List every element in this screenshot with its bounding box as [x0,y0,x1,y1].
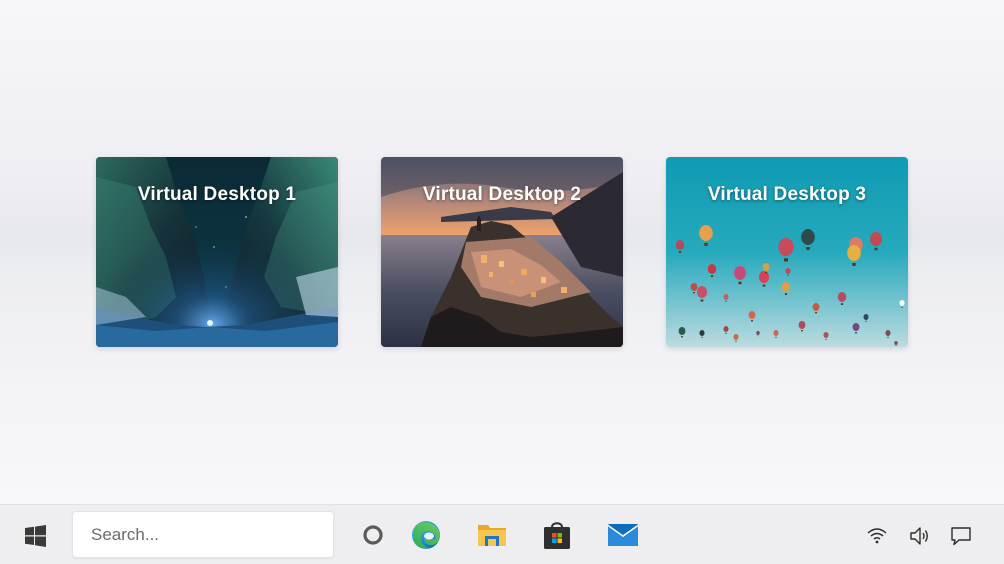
balloon-shape [756,331,760,335]
virtual-desktop-1-card[interactable]: Virtual Desktop 1 [96,157,338,347]
balloon-shape [812,303,820,311]
balloon-shape [748,311,756,319]
balloon-shape [699,330,705,336]
balloon-shape [733,334,739,340]
taskbar [0,504,1004,564]
balloon-basket [762,284,766,287]
balloon-shape [758,271,770,283]
balloon-shape [696,286,708,298]
balloon-basket [825,338,827,340]
balloon-shape [798,321,806,329]
balloon-basket [700,299,704,302]
balloon-basket [678,251,682,253]
balloon-basket [710,275,714,277]
balloon-basket [701,336,703,338]
cortana-icon[interactable] [357,519,389,551]
balloon-shape [723,326,729,332]
balloon-basket [751,320,753,322]
notifications-icon[interactable] [950,525,972,547]
balloon-basket [735,340,737,342]
mail-icon[interactable] [607,519,639,551]
virtual-desktop-title: Virtual Desktop 1 [137,184,297,205]
balloon-shape [847,245,861,261]
balloon-basket [874,247,878,251]
balloon-shape [690,283,698,291]
balloon-basket [693,292,695,294]
balloon-basket [787,274,789,276]
balloon-shape [699,225,713,241]
balloon-shape [781,282,791,292]
balloon-basket [801,330,803,332]
balloon-basket [784,258,788,262]
search-box[interactable] [72,511,334,558]
balloon-basket [852,263,856,266]
balloon-shape [723,294,729,300]
balloon-basket [815,312,817,314]
balloon-basket [765,272,767,274]
balloon-shape [863,314,869,320]
wifi-icon[interactable] [866,525,888,547]
balloon-shape [778,238,794,256]
balloon-basket [784,293,788,295]
windows-start-icon[interactable] [25,525,47,547]
balloon-shape [870,232,882,246]
balloon-shape [894,341,898,345]
volume-icon[interactable] [908,525,930,547]
balloon-basket [775,336,777,338]
store-icon[interactable] [541,519,573,551]
balloon-shape [734,266,746,280]
balloon-shape [678,327,686,335]
balloon-basket [725,300,727,302]
file-explorer-icon[interactable] [476,519,508,551]
desktop-background: Virtual Desktop 1 Virtual Desktop 2 Virt… [0,0,1004,504]
balloon-shape [823,332,829,338]
search-input[interactable] [73,512,333,557]
balloon-basket [681,336,683,338]
balloon-shape [785,268,791,274]
balloon-shape [762,263,770,271]
balloon-shape [773,330,779,336]
balloon-basket [865,320,867,322]
balloon-basket [738,281,742,285]
balloon-basket [806,247,810,250]
virtual-desktop-2-card[interactable]: Virtual Desktop 2 [381,157,623,347]
balloon-basket [895,345,897,347]
balloon-basket [901,306,903,308]
balloon-shape [899,300,905,306]
virtual-desktop-3-card[interactable]: Virtual Desktop 3 [666,157,908,347]
balloon-shape [801,229,815,245]
balloon-basket [704,243,708,246]
virtual-desktop-title: Virtual Desktop 2 [422,184,582,205]
balloon-basket [840,303,844,305]
balloon-basket [887,336,889,338]
balloon-basket [855,332,857,334]
balloon-basket [725,332,727,334]
balloon-shape [675,240,685,250]
balloon-shape [837,292,847,302]
balloon-shape [885,330,891,336]
edge-icon[interactable] [410,519,442,551]
balloon-shape [852,323,860,331]
balloon-shape [707,264,717,274]
virtual-desktop-title: Virtual Desktop 3 [707,184,867,205]
balloon-basket [757,335,759,337]
